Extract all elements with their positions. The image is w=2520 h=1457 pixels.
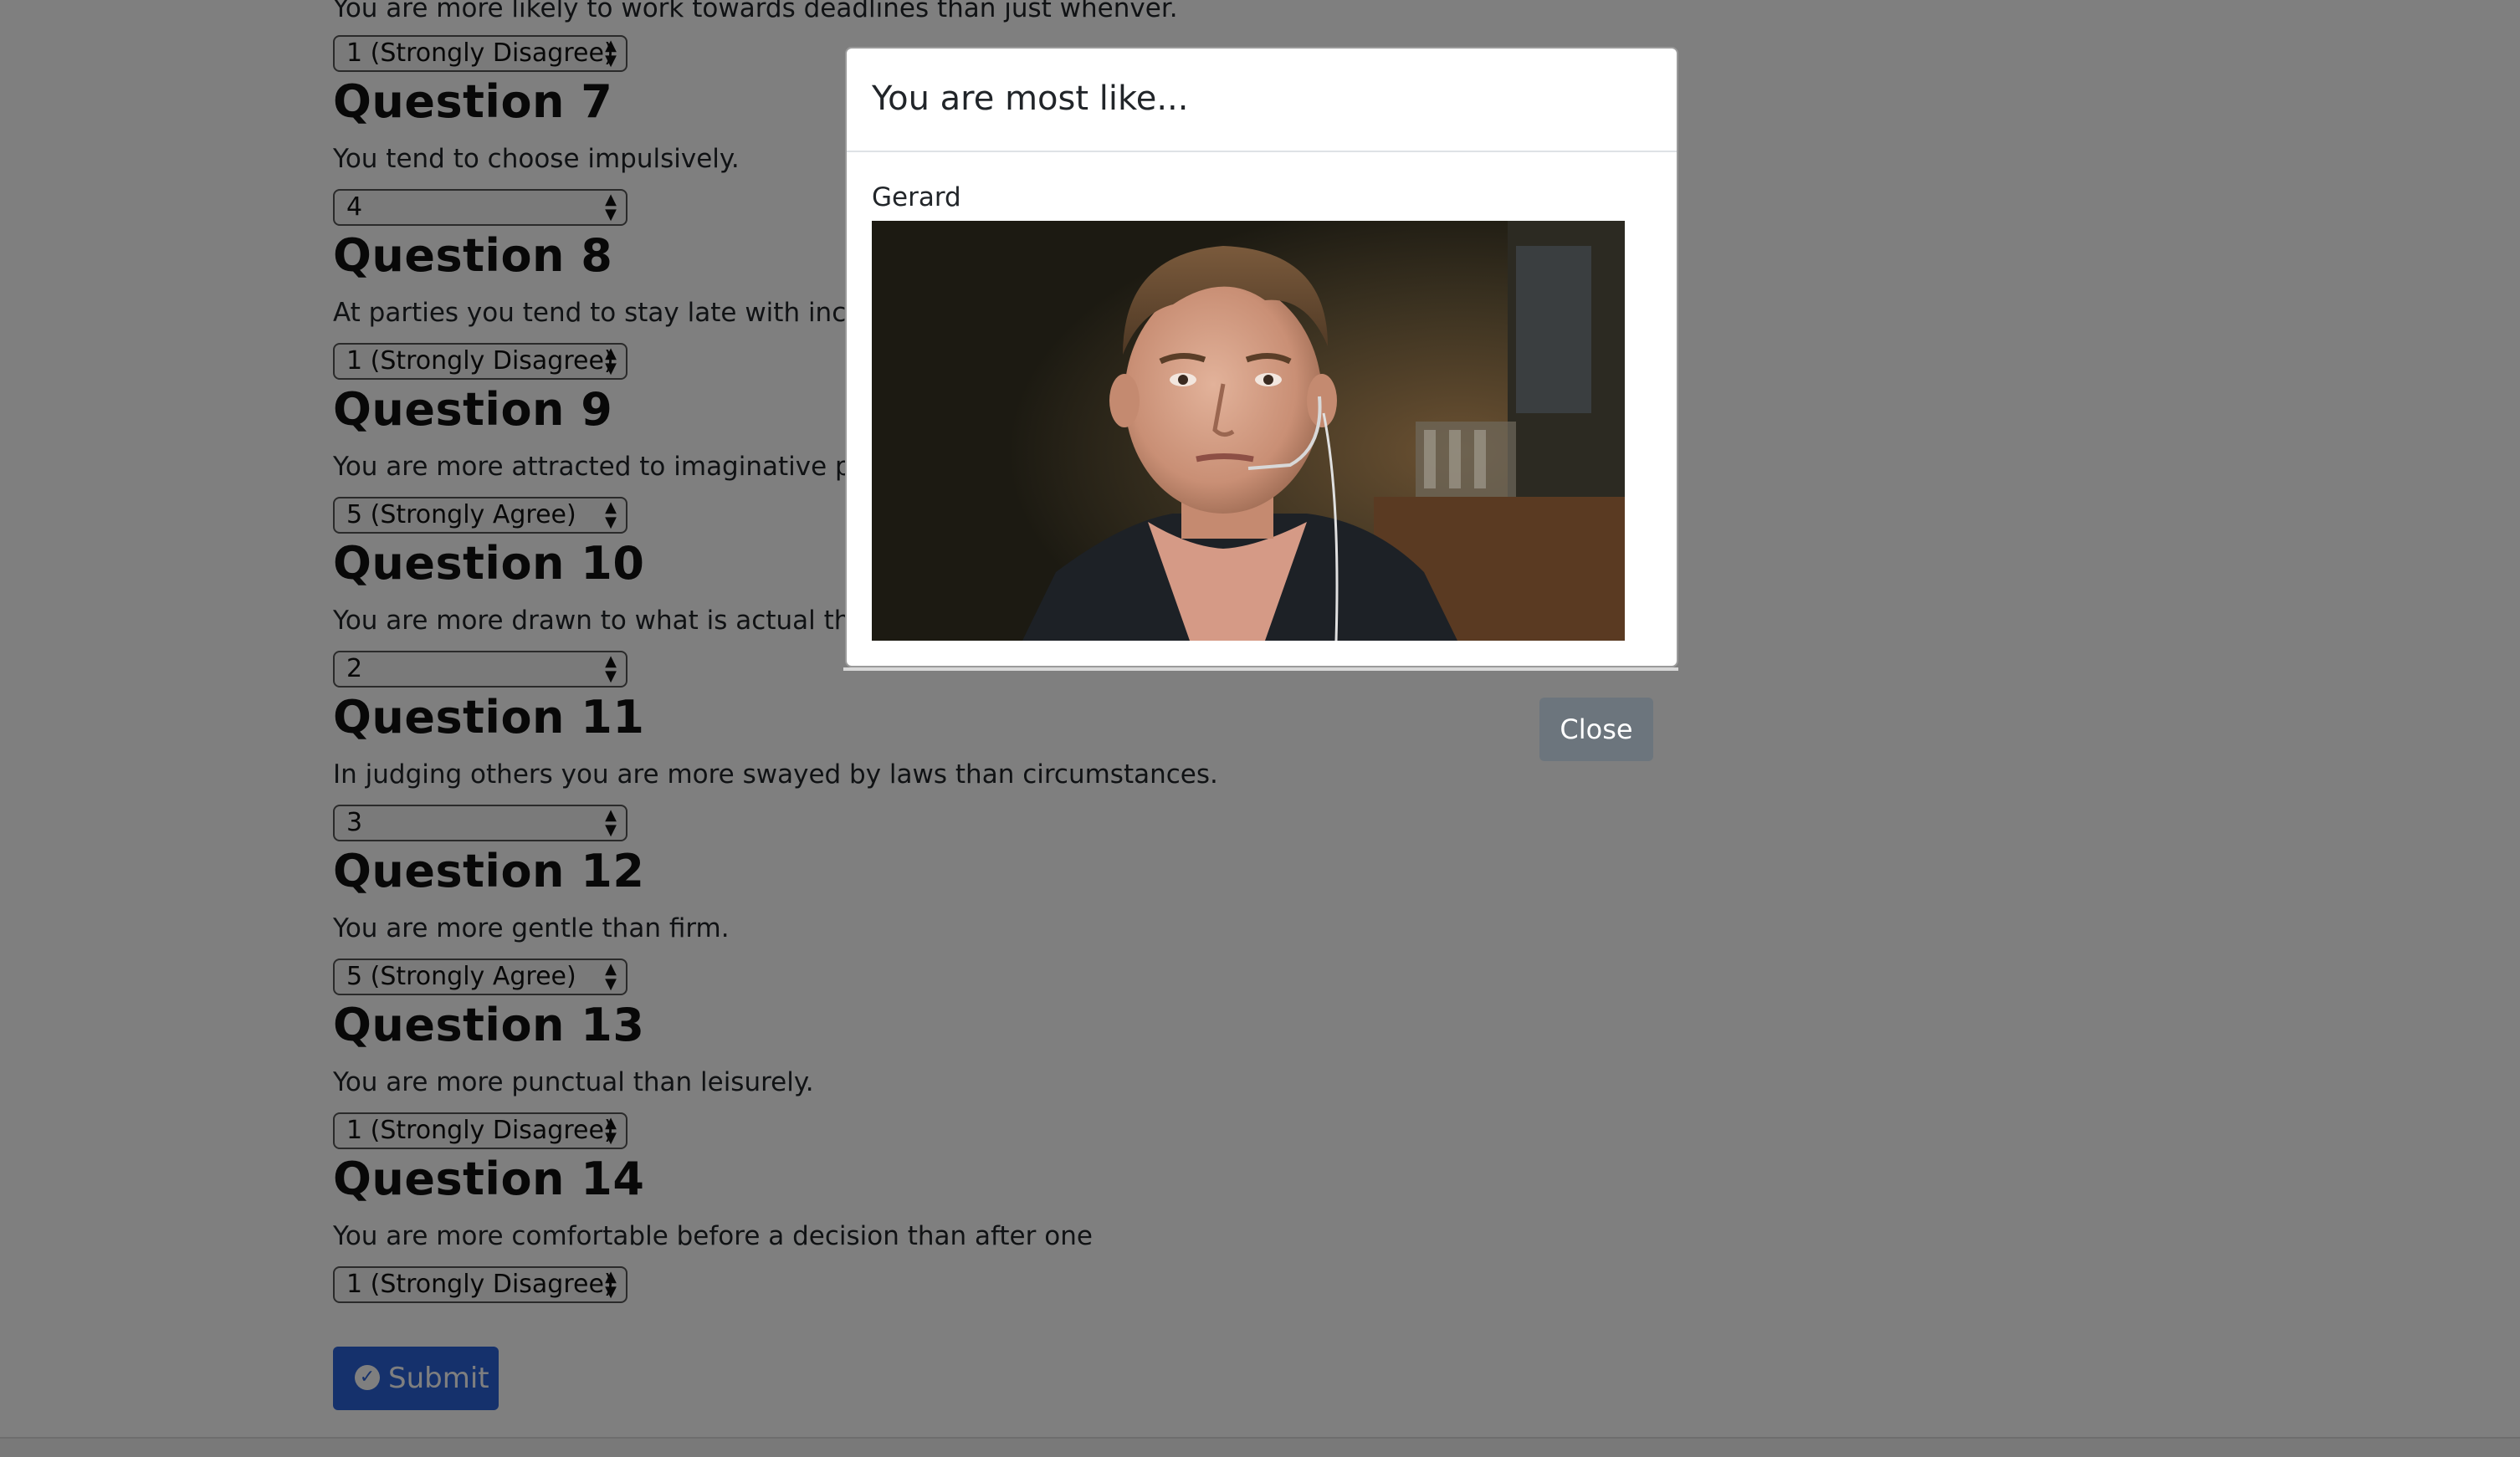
modal-title: You are most like...	[872, 79, 1189, 118]
close-button[interactable]: Close	[1539, 698, 1653, 761]
result-name: Gerard	[872, 182, 961, 212]
modal-header: You are most like...	[847, 49, 1677, 152]
result-photo	[872, 221, 1625, 641]
result-modal: You are most like... Gerard	[845, 47, 1678, 667]
modal-divider	[843, 667, 1678, 671]
result-image	[872, 221, 1625, 641]
